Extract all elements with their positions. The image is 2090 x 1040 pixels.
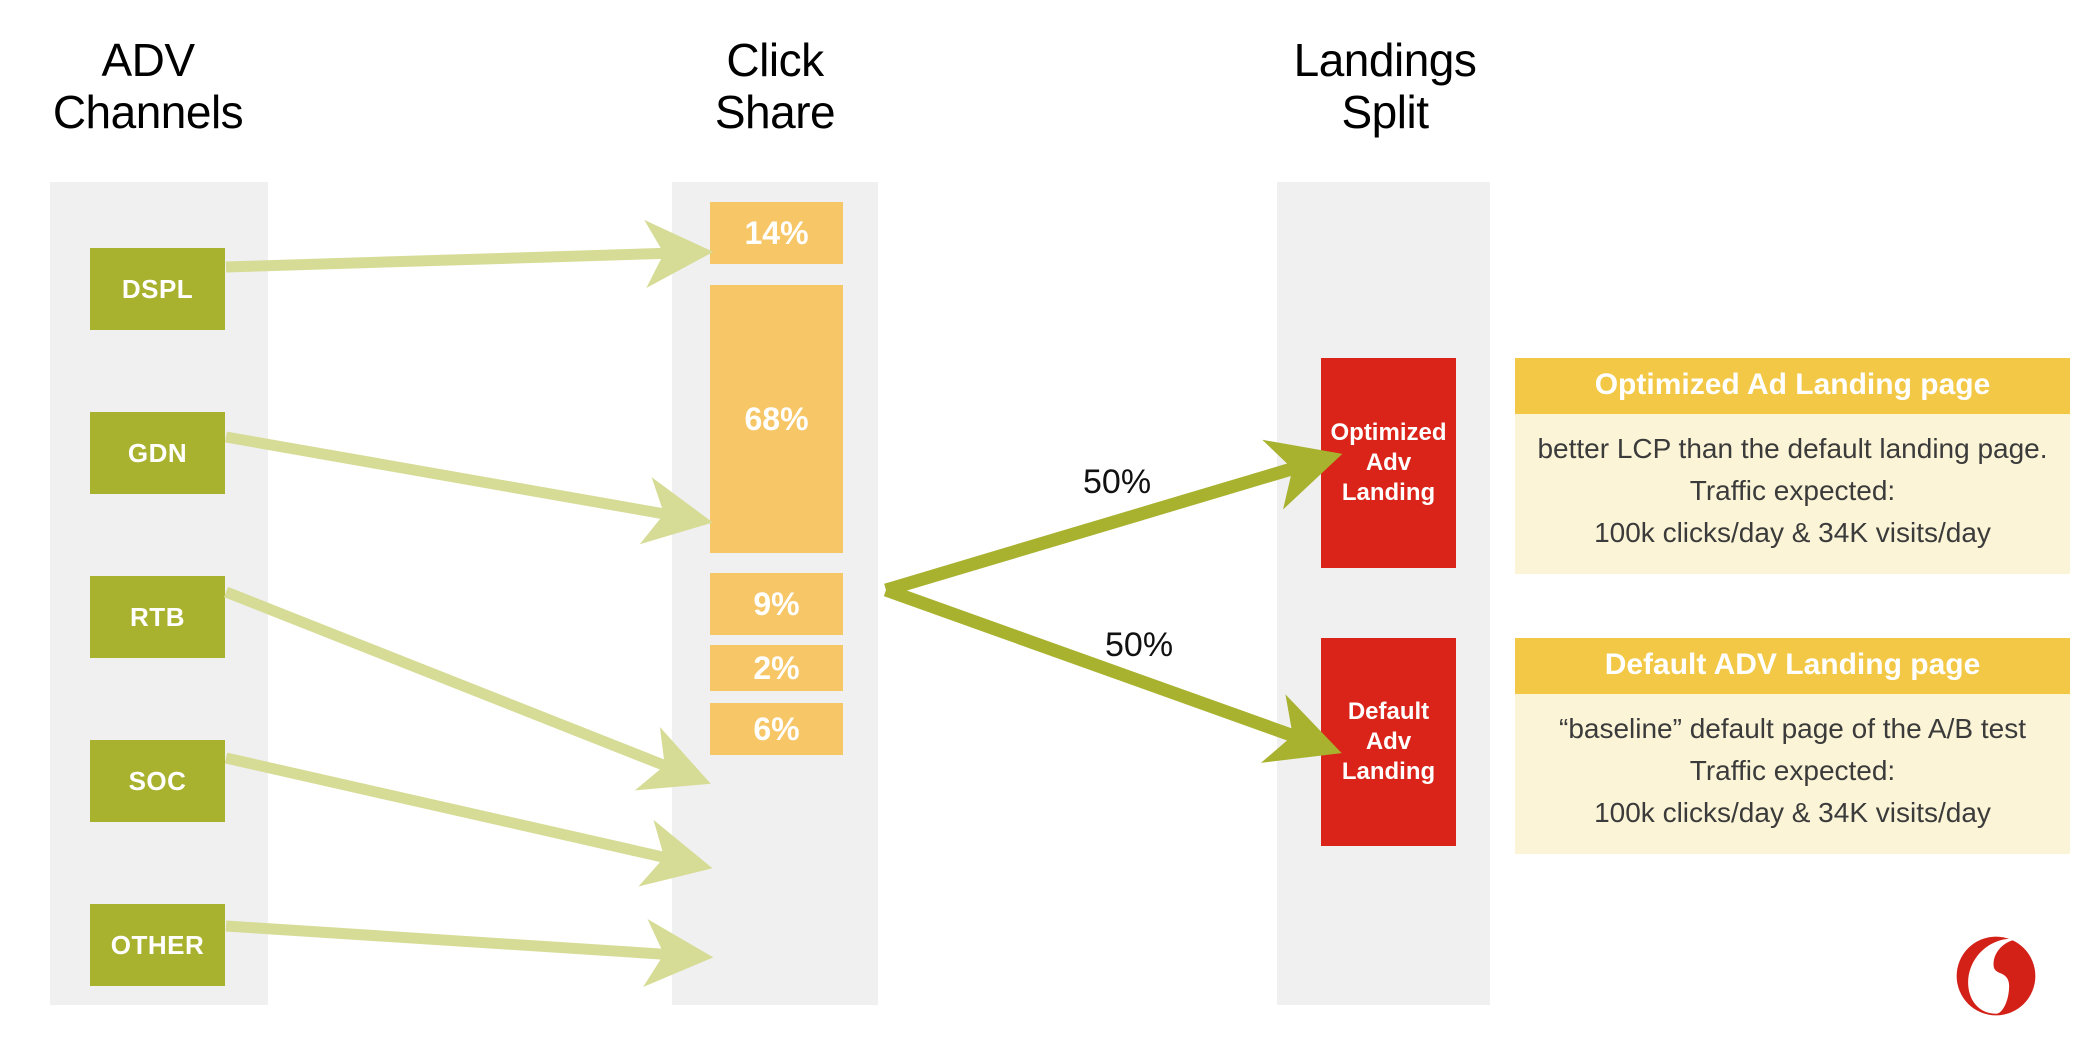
click-share-bar-9[interactable]: 9%	[710, 573, 843, 635]
column-title-click-share: Click Share	[714, 34, 836, 138]
landing-label-line-3: Landing	[1341, 758, 1436, 785]
split-label-top: 50%	[1083, 463, 1152, 501]
info-card-line-3: 100k clicks/day & 34K visits/day	[1594, 517, 1991, 548]
slide-canvas: ADV Channels Click Share Landings Split …	[0, 0, 2090, 1040]
landing-box-default-adv-landing[interactable]: Default Adv Landing	[1321, 638, 1456, 846]
adv-channel-box-rtb[interactable]: RTB	[90, 576, 225, 658]
click-share-bar-14[interactable]: 14%	[710, 202, 843, 264]
info-card-line-1: “baseline” default page of the A/B test	[1559, 713, 2026, 744]
click-share-value: 14%	[744, 214, 809, 251]
column-title-adv-channels: ADV Channels	[52, 34, 244, 138]
click-share-bar-68[interactable]: 68%	[710, 285, 843, 553]
landing-label-line-2: Adv	[1365, 449, 1412, 476]
click-share-value: 2%	[753, 649, 800, 686]
info-card-line-3: 100k clicks/day & 34K visits/day	[1594, 797, 1991, 828]
click-share-value: 6%	[753, 710, 800, 747]
adv-channel-box-gdn[interactable]: GDN	[90, 412, 225, 494]
adv-channel-box-other[interactable]: OTHER	[90, 904, 225, 986]
click-share-value: 68%	[744, 400, 809, 437]
info-card-line-2: Traffic expected:	[1689, 475, 1896, 506]
info-card-default-adv-landing-page[interactable]: Default ADV Landing page “baseline” defa…	[1515, 638, 2070, 854]
click-share-bar-6[interactable]: 6%	[710, 703, 843, 755]
landing-label-line-2: Adv	[1365, 728, 1412, 755]
arrow-other-to-6	[225, 918, 714, 988]
adv-channel-label: GDN	[127, 437, 188, 468]
adv-channel-box-dspl[interactable]: DSPL	[90, 248, 225, 330]
landings-split-column-background	[1277, 182, 1490, 1005]
adv-channel-label: RTB	[130, 601, 185, 632]
arrow-gdn-to-68	[225, 431, 713, 545]
click-share-value: 9%	[753, 585, 800, 622]
landing-label-line-1: Optimized	[1330, 419, 1447, 446]
info-card-body: better LCP than the default landing page…	[1515, 414, 2070, 574]
info-card-line-1: better LCP than the default landing page…	[1537, 433, 2048, 464]
landing-label-line-3: Landing	[1341, 479, 1436, 506]
info-card-title: Default ADV Landing page	[1515, 638, 2070, 694]
split-label-bottom: 50%	[1105, 626, 1174, 664]
info-card-line-2: Traffic expected:	[1689, 755, 1896, 786]
arrow-dspl-to-14	[225, 219, 714, 289]
landing-label-line-1: Default	[1347, 698, 1430, 725]
column-title-landings-split: Landings Split	[1293, 34, 1477, 138]
info-card-title: Optimized Ad Landing page	[1515, 358, 2070, 414]
adv-channel-label: DSPL	[121, 273, 194, 304]
arrow-soc-to-2	[224, 752, 713, 887]
landing-box-optimized-adv-landing[interactable]: Optimized Adv Landing	[1321, 358, 1456, 568]
adv-channel-box-soc[interactable]: SOC	[90, 740, 225, 822]
adv-channel-label: SOC	[128, 765, 187, 796]
vodafone-logo	[1956, 936, 2036, 1016]
click-share-bar-2[interactable]: 2%	[710, 645, 843, 691]
info-card-body: “baseline” default page of the A/B test …	[1515, 694, 2070, 854]
arrow-split-to-default	[883, 583, 1342, 763]
arrow-rtb-to-9	[223, 586, 711, 791]
adv-channel-label: OTHER	[110, 929, 205, 960]
info-card-optimized-ad-landing-page[interactable]: Optimized Ad Landing page better LCP tha…	[1515, 358, 2070, 574]
